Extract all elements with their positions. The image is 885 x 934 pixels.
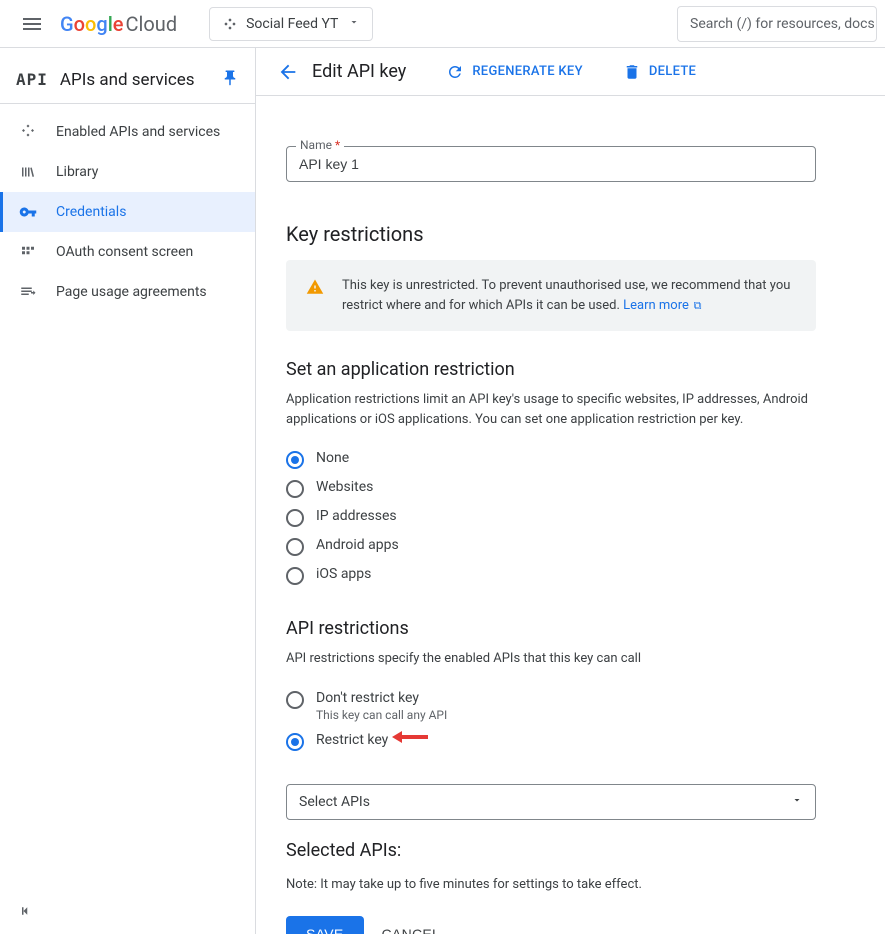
sidebar-item-label: Credentials: [56, 204, 126, 220]
key-icon: [16, 203, 40, 221]
radio-label: Restrict key: [316, 732, 388, 748]
api-restrictions-heading: API restrictions: [286, 618, 816, 639]
library-icon: [16, 163, 40, 181]
name-input[interactable]: [286, 146, 816, 182]
app-restriction-heading: Set an application restriction: [286, 359, 816, 380]
radio-restrict[interactable]: Restrict key: [286, 727, 816, 756]
sidebar-item-library[interactable]: Library: [0, 152, 255, 192]
chevron-down-icon: [348, 16, 360, 32]
radio-label: None: [316, 450, 349, 466]
sidebar-item-label: OAuth consent screen: [56, 244, 193, 260]
search-input[interactable]: Search (/) for resources, docs: [677, 6, 877, 42]
api-restrictions-desc: API restrictions specify the enabled API…: [286, 649, 816, 669]
radio-none[interactable]: None: [286, 445, 816, 474]
radio-icon: [286, 538, 304, 556]
radio-icon: [286, 451, 304, 469]
refresh-icon: [446, 63, 464, 81]
selected-apis-heading: Selected APIs:: [286, 840, 816, 861]
sidebar-item-credentials[interactable]: Credentials: [0, 192, 255, 232]
sidebar-item-oauth[interactable]: OAuth consent screen: [0, 232, 255, 272]
radio-ip[interactable]: IP addresses: [286, 503, 816, 532]
regenerate-label: Regenerate key: [472, 64, 583, 79]
project-name: Social Feed YT: [246, 16, 338, 32]
content-header: Edit API key Regenerate key Delete: [256, 48, 885, 96]
settings-note: Note: It may take up to five minutes for…: [286, 877, 816, 892]
api-badge-icon: API: [16, 70, 48, 89]
sidebar-item-page-usage[interactable]: Page usage agreements: [0, 272, 255, 312]
radio-icon: [286, 733, 304, 751]
radio-label: Android apps: [316, 537, 399, 553]
key-restrictions-heading: Key restrictions: [286, 222, 816, 246]
consent-icon: [16, 243, 40, 261]
hamburger-icon: [20, 12, 44, 36]
project-icon: [222, 16, 238, 32]
project-picker[interactable]: Social Feed YT: [209, 7, 373, 41]
page-title: Edit API key: [312, 61, 406, 82]
radio-icon: [286, 480, 304, 498]
radio-icon: [286, 691, 304, 709]
external-link-icon: ⧉: [691, 299, 702, 312]
radio-ios[interactable]: iOS apps: [286, 561, 816, 590]
radio-dont-restrict[interactable]: Don't restrict key This key can call any…: [286, 685, 816, 727]
learn-more-link[interactable]: Learn more ⧉: [623, 298, 701, 313]
search-placeholder: Search (/) for resources, docs: [690, 16, 875, 32]
google-cloud-logo[interactable]: Google Cloud: [60, 12, 177, 36]
radio-icon: [286, 509, 304, 527]
api-restriction-radio-group: Don't restrict key This key can call any…: [286, 685, 816, 756]
collapse-sidebar-button[interactable]: [16, 902, 34, 924]
sidebar-title: APIs and services: [60, 70, 221, 90]
app-restriction-radio-group: None Websites IP addresses Android apps …: [286, 445, 816, 590]
cancel-button[interactable]: CANCEL: [382, 926, 441, 934]
select-apis-label: Select APIs: [299, 794, 370, 810]
warning-text: This key is unrestricted. To prevent una…: [342, 278, 790, 313]
enabled-apis-icon: [16, 123, 40, 141]
back-button[interactable]: [272, 56, 304, 88]
radio-websites[interactable]: Websites: [286, 474, 816, 503]
radio-android[interactable]: Android apps: [286, 532, 816, 561]
sidebar-item-enabled-apis[interactable]: Enabled APIs and services: [0, 112, 255, 152]
trash-icon: [623, 63, 641, 81]
radio-label: Don't restrict key: [316, 690, 447, 706]
delete-label: Delete: [649, 64, 696, 79]
sidebar-item-label: Library: [56, 164, 98, 180]
radio-label: IP addresses: [316, 508, 397, 524]
arrow-left-icon: [277, 61, 299, 83]
name-field-wrap: Name *: [286, 146, 816, 182]
sidebar-header: API APIs and services: [0, 56, 255, 104]
radio-label: iOS apps: [316, 566, 371, 582]
save-button[interactable]: SAVE: [286, 916, 364, 934]
radio-label: Websites: [316, 479, 373, 495]
sidebar: API APIs and services Enabled APIs and s…: [0, 48, 256, 934]
sidebar-item-label: Enabled APIs and services: [56, 124, 220, 140]
cloud-word: Cloud: [126, 12, 178, 36]
app-restriction-desc: Application restrictions limit an API ke…: [286, 390, 816, 429]
regenerate-key-button[interactable]: Regenerate key: [446, 63, 583, 81]
agreements-icon: [16, 283, 40, 301]
hamburger-menu-button[interactable]: [8, 0, 56, 48]
pin-icon[interactable]: [221, 69, 239, 91]
warning-icon: [306, 278, 324, 301]
sidebar-item-label: Page usage agreements: [56, 284, 207, 300]
select-apis-dropdown[interactable]: Select APIs: [286, 784, 816, 820]
content-area: Edit API key Regenerate key Delete Name …: [256, 48, 885, 934]
warning-box: This key is unrestricted. To prevent una…: [286, 260, 816, 331]
delete-button[interactable]: Delete: [623, 63, 696, 81]
name-label: Name *: [296, 138, 344, 152]
radio-icon: [286, 567, 304, 585]
chevron-down-icon: [791, 794, 803, 810]
radio-sublabel: This key can call any API: [316, 708, 447, 722]
